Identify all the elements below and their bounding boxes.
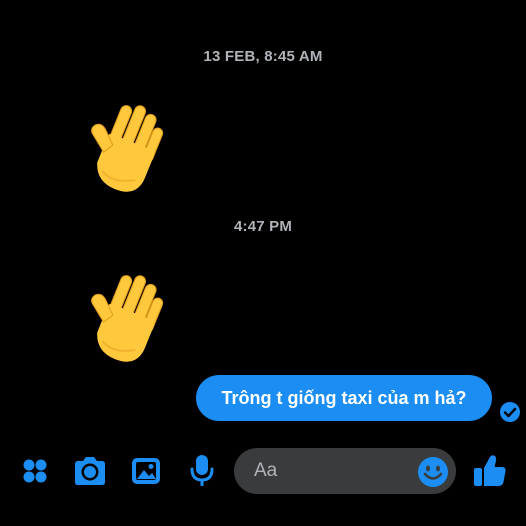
apps-button[interactable] xyxy=(17,453,53,489)
microphone-button[interactable] xyxy=(184,453,220,489)
raised-hand-emoji[interactable] xyxy=(74,270,174,370)
apps-icon xyxy=(23,459,47,483)
gallery-button[interactable] xyxy=(128,453,164,489)
camera-button[interactable] xyxy=(72,453,108,489)
thumbs-up-icon xyxy=(474,455,506,486)
camera-icon xyxy=(75,457,105,485)
message-input-placeholder: Aa xyxy=(254,460,278,481)
message-composer: Aa xyxy=(0,440,526,526)
microphone-icon xyxy=(190,455,214,486)
message-timestamp: 13 FEB, 8:45 AM xyxy=(203,48,323,65)
messenger-chat-screen: 13 FEB, 8:45 AM 4:47 PM Trông t giống ta… xyxy=(0,0,526,526)
smiley-icon[interactable] xyxy=(417,456,449,488)
outgoing-message-bubble[interactable]: Trông t giống taxi của m hả? xyxy=(196,375,492,421)
like-button[interactable] xyxy=(472,453,508,489)
gallery-icon xyxy=(132,458,160,484)
seen-check-icon xyxy=(500,402,520,422)
message-input[interactable]: Aa xyxy=(234,448,456,494)
message-timestamp: 4:47 PM xyxy=(233,218,293,235)
raised-hand-emoji[interactable] xyxy=(74,100,174,200)
